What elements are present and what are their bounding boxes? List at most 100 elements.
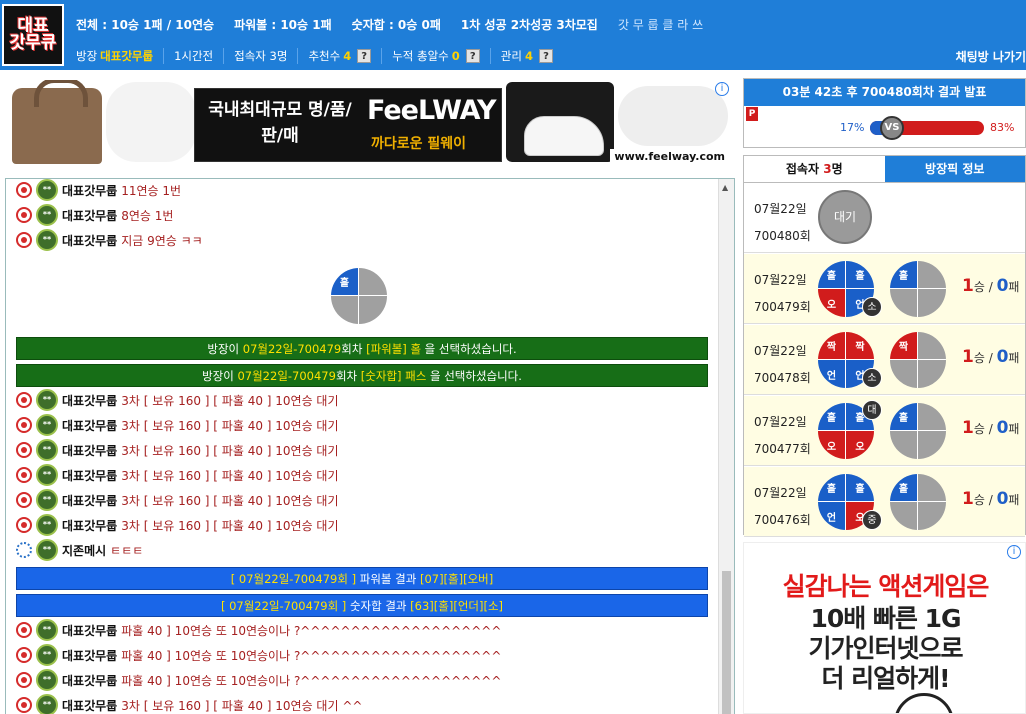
round-number: 700480회 <box>754 229 811 243</box>
level-icon <box>16 442 32 458</box>
chat-nick[interactable]: 대표갓무룹 <box>62 207 117 224</box>
round-number: 700477회 <box>754 442 811 456</box>
user-level-icon <box>16 542 32 558</box>
avatar-icon[interactable]: ** <box>36 439 58 461</box>
chat-nick[interactable]: 대표갓무룹 <box>62 517 117 534</box>
pie-quarter <box>918 474 946 502</box>
chat-nick[interactable]: 대표갓무룹 <box>62 182 117 199</box>
avatar-icon[interactable]: ** <box>36 694 58 714</box>
chat-message: ** 대표갓무룹 3차 [ 보유 160 ] [ 파홀 40 ] 10연승 대기 <box>16 514 339 536</box>
pie-quarter: 오 <box>846 431 874 459</box>
level-icon <box>16 232 32 248</box>
pie-quarter: 홀 <box>818 474 846 502</box>
chat-nick[interactable]: 대표갓무룹 <box>62 392 117 409</box>
chat-nick[interactable]: 대표갓무룹 <box>62 442 117 459</box>
pie-quarter: 언 <box>818 360 846 388</box>
vs-icon: VS <box>880 116 904 140</box>
chat-nick[interactable]: 지존메시 <box>62 542 106 559</box>
ad-left-text: 국내최대규모 명/품/판/매 <box>208 100 352 146</box>
pie-quarter: 짝 <box>818 332 846 360</box>
sys-round: 07월22일-700479 <box>242 342 342 356</box>
top-banner-ad[interactable]: 국내최대규모 명/품/판/매 FeeLWAY 까다로운 필웨이 www.feel… <box>6 80 733 168</box>
chat-panel[interactable]: ** 대표갓무룹 11연승 1번 ** 대표갓무룹 8연승 1번 ** 대표갓무룹 지금 9연승… <box>5 178 735 714</box>
chat-nick[interactable]: 대표갓무룹 <box>62 622 117 639</box>
round-score: 1승 / 0패 <box>962 489 1019 509</box>
chat-message: ** 대표갓무룹 파홀 40 ] 10연승 또 10연승이나 ?^^^^^^^^^^… <box>16 644 501 666</box>
chat-scrollbar[interactable]: ▲ <box>718 179 734 714</box>
round-row[interactable]: 07월22일 700479회 홀 홀 오 언 소 홀 1승 / 0패 <box>744 254 1025 324</box>
chat-nick[interactable]: 대표갓무룹 <box>62 697 117 714</box>
countdown-text: 03분 42초 후 700480회차 결과 발표 <box>744 79 1025 106</box>
round-row[interactable]: 07월22일 700477회 홀 홀 오 오 대 홀 1승 / 0패 <box>744 396 1025 466</box>
avatar-icon[interactable]: ** <box>36 669 58 691</box>
round-row[interactable]: 07월22일 700478회 짝 짝 언 언 소 짝 1승 / 0패 <box>744 325 1025 395</box>
level-icon <box>16 517 32 533</box>
stat-powerball: 파워볼 : 10승 1패 <box>234 18 332 32</box>
avatar-icon[interactable]: ** <box>36 389 58 411</box>
ad-line: 실감나는 액션게임은 <box>782 572 990 601</box>
left-percent: 17% <box>840 121 865 134</box>
recommend-help-button[interactable]: ? <box>357 49 372 63</box>
result-pie: 홀 <box>890 474 946 530</box>
pie-quarter <box>331 296 359 324</box>
chat-nick[interactable]: 대표갓무룹 <box>62 232 117 249</box>
tab-owner-pick[interactable]: 방장픽 정보 <box>884 156 1025 182</box>
recommend-value: 4 <box>343 49 352 63</box>
avatar-icon[interactable]: ** <box>36 644 58 666</box>
chat-nick[interactable]: 대표갓무룹 <box>62 417 117 434</box>
pie-quarter <box>359 268 387 296</box>
tab-users[interactable]: 접속자 3명 <box>744 156 885 182</box>
win-unit: 승 <box>973 280 985 294</box>
lose-count: 0 <box>996 276 1009 296</box>
ad-info-icon[interactable]: i <box>1007 545 1021 559</box>
ad-sub: 까다로운 필웨이 <box>371 136 467 152</box>
revenue-help-button[interactable]: ? <box>465 49 480 63</box>
avatar-icon[interactable]: ** <box>36 539 58 561</box>
room-logo[interactable]: 대표 갓무큐 <box>2 4 64 66</box>
side-banner-ad[interactable]: i 실감나는 액션게임은 10배 빠른 1G 기가인터넷으로 더 리얼하게! <box>743 542 1026 714</box>
ad-shoe2-image <box>618 86 728 146</box>
win-unit: 승 <box>973 351 985 365</box>
avatar-icon[interactable]: ** <box>36 229 58 251</box>
result-value: [07][홀][오버] <box>419 572 494 586</box>
level-icon <box>16 417 32 433</box>
pie-quarter <box>890 431 918 459</box>
app-root: 대표 갓무큐 전체 : 10승 1패 / 10연승 파워볼 : 10승 1패 숫… <box>0 0 1026 714</box>
pie-quarter: 홀 <box>818 403 846 431</box>
avatar-icon[interactable]: ** <box>36 204 58 226</box>
scroll-up-icon[interactable]: ▲ <box>722 183 728 192</box>
chat-nick[interactable]: 대표갓무룹 <box>62 492 117 509</box>
size-badge: 소 <box>862 368 882 388</box>
avatar-icon[interactable]: ** <box>36 414 58 436</box>
avatar-icon[interactable]: ** <box>36 179 58 201</box>
result-pie: 홀 <box>890 261 946 317</box>
pie-quarter: 홀 <box>846 474 874 502</box>
pie-quarter: 오 <box>818 289 846 317</box>
round-row[interactable]: 07월22일 700480회 대기 <box>744 183 1025 253</box>
win-unit: 승 <box>973 493 985 507</box>
stat-numsum: 숫자합 : 0승 0패 <box>351 18 441 32</box>
manager-help-button[interactable]: ? <box>538 49 553 63</box>
chat-text: 11연승 1번 <box>121 183 182 198</box>
round-row[interactable]: 07월22일 700476회 홀 홀 언 오 중 홀 1승 / 0패 <box>744 467 1025 537</box>
avatar-icon[interactable]: ** <box>36 464 58 486</box>
avatar-icon[interactable]: ** <box>36 619 58 641</box>
pie-quarter <box>890 289 918 317</box>
sys-text: 회차 <box>335 369 361 383</box>
revenue-value: 0 <box>451 49 460 63</box>
chat-nick[interactable]: 대표갓무룹 <box>62 467 117 484</box>
chat-message: ** 지존메시 ㅌㅌㅌ <box>16 539 143 561</box>
win-count: 1 <box>962 418 974 438</box>
round-date: 07월22일 700480회 <box>754 196 811 250</box>
ad-info-icon[interactable]: i <box>715 82 729 96</box>
owner-label: 방장 <box>76 49 98 63</box>
chat-exit-button[interactable]: 채팅방 나가기 <box>956 48 1026 65</box>
pie-quarter: 짝 <box>846 332 874 360</box>
chat-message: ** 대표갓무룹 3차 [ 보유 160 ] [ 파홀 40 ] 10연승 대기 <box>16 389 339 411</box>
scroll-thumb[interactable] <box>722 571 731 714</box>
owner-name[interactable]: 대표갓무룹 <box>100 48 153 64</box>
avatar-icon[interactable]: ** <box>36 514 58 536</box>
chat-nick[interactable]: 대표갓무룹 <box>62 647 117 664</box>
chat-nick[interactable]: 대표갓무룹 <box>62 672 117 689</box>
avatar-icon[interactable]: ** <box>36 489 58 511</box>
